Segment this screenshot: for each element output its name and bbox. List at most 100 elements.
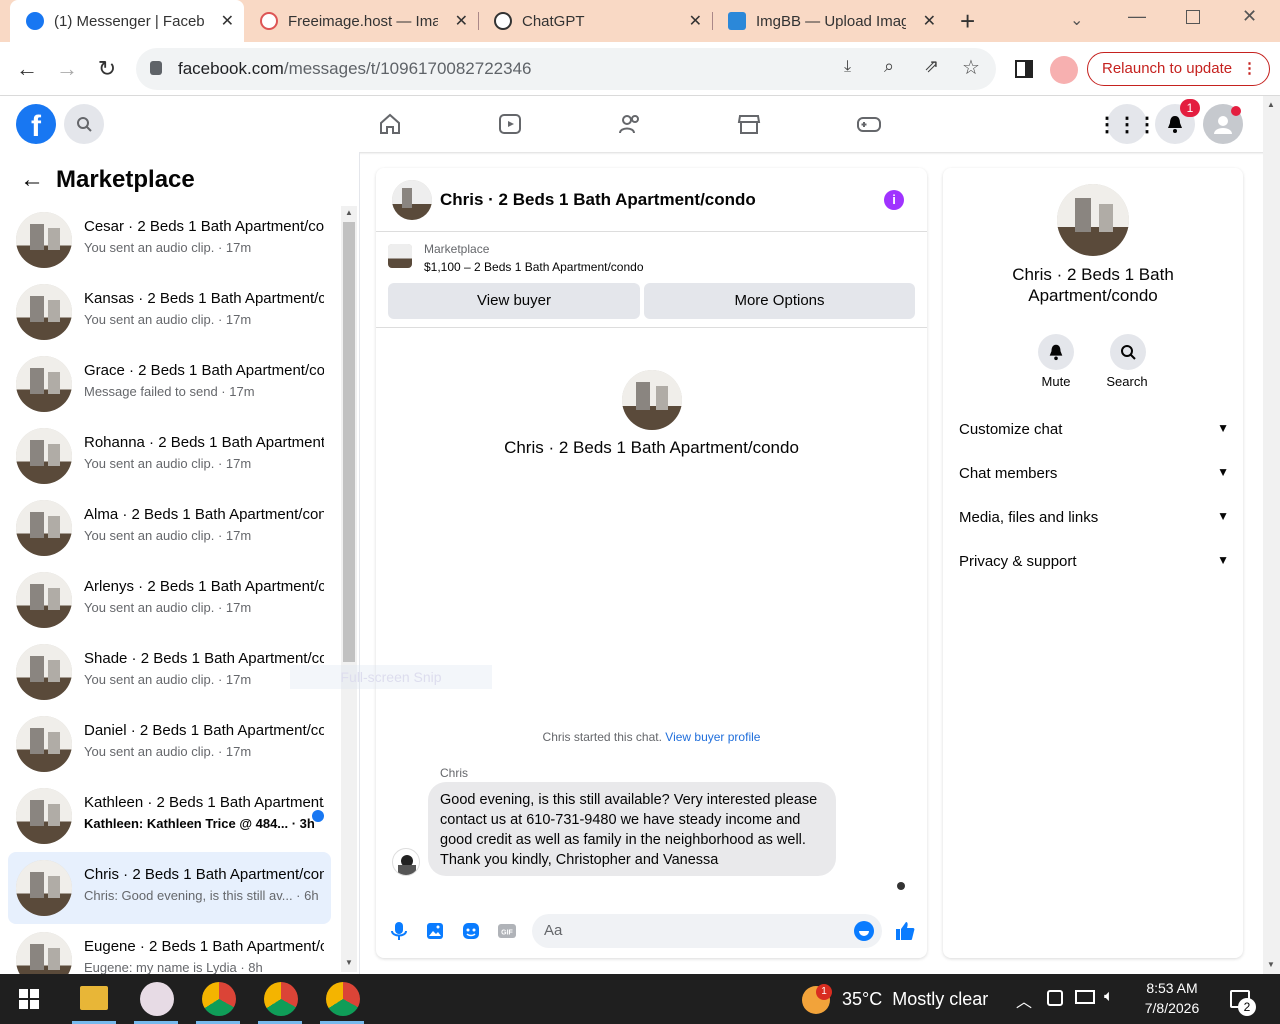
conversation-item[interactable]: Shade · 2 Beds 1 Bath Apartment/condo You… xyxy=(8,636,331,708)
view-buyer-button[interactable]: View buyer xyxy=(388,283,640,319)
install-app-icon[interactable]: ⤓ xyxy=(844,58,851,76)
search-conversation-button[interactable] xyxy=(1110,334,1146,370)
microphone-icon[interactable] xyxy=(388,920,410,942)
conversation-sidebar: ← Marketplace Cesar · 2 Beds 1 Bath Apar… xyxy=(0,152,360,974)
side-panel-icon[interactable] xyxy=(1015,60,1033,78)
tab-freeimage[interactable]: Freeimage.host — Image ✕ xyxy=(244,0,478,42)
search-button[interactable] xyxy=(64,104,104,144)
details-avatar[interactable] xyxy=(1057,184,1129,256)
conversation-avatar xyxy=(16,572,72,628)
chrome-icon[interactable] xyxy=(326,982,360,1016)
section-media-files-links[interactable]: Media, files and links ▼ xyxy=(959,509,1229,526)
gif-icon[interactable]: GIF xyxy=(496,920,518,942)
windows-start-icon[interactable] xyxy=(19,989,39,1009)
conversation-item[interactable]: Eugene · 2 Beds 1 Bath Apartment/condo Eu… xyxy=(8,924,331,974)
tab-title: Freeimage.host — Image xyxy=(288,12,438,30)
listing-card: Marketplace $1,100 – 2 Beds 1 Bath Apart… xyxy=(376,232,927,328)
imgbb-favicon-icon xyxy=(728,12,746,30)
home-icon[interactable] xyxy=(376,110,404,138)
conversation-item[interactable]: Chris · 2 Beds 1 Bath Apartment/condo Chr… xyxy=(8,852,331,924)
chat-panel: Chris · 2 Beds 1 Bath Apartment/condo i … xyxy=(376,168,927,958)
emoji-icon[interactable] xyxy=(854,921,874,941)
bell-icon xyxy=(1049,344,1063,361)
mute-button[interactable] xyxy=(1038,334,1074,370)
conversation-avatar xyxy=(16,428,72,484)
message-bubble[interactable]: Good evening, is this still available? V… xyxy=(428,782,836,876)
zoom-icon[interactable]: ⌕ xyxy=(884,56,894,77)
menu-grid-button[interactable]: ⋮⋮⋮ xyxy=(1097,104,1157,144)
view-buyer-profile-link[interactable]: View buyer profile xyxy=(665,730,760,744)
video-icon[interactable] xyxy=(496,110,524,138)
conversation-item[interactable]: Alma · 2 Beds 1 Bath Apartment/condo You … xyxy=(8,492,331,564)
bookmark-star-icon[interactable]: ☆ xyxy=(962,55,980,80)
clock-time[interactable]: 8:53 AM xyxy=(1144,980,1200,996)
back-arrow-icon[interactable]: ← xyxy=(20,166,44,194)
chat-title[interactable]: Chris · 2 Beds 1 Bath Apartment/condo xyxy=(440,190,756,210)
forward-arrow-icon[interactable]: → xyxy=(52,54,82,84)
file-explorer-icon[interactable] xyxy=(80,986,108,1010)
window-close-icon[interactable]: ✕ xyxy=(1242,6,1257,27)
clock-date[interactable]: 7/8/2026 xyxy=(1140,1000,1204,1016)
new-tab-icon[interactable]: + xyxy=(960,6,975,37)
close-icon[interactable]: ✕ xyxy=(455,11,468,31)
more-options-button[interactable]: More Options xyxy=(644,283,915,319)
close-icon[interactable]: ✕ xyxy=(923,11,936,31)
chrome-icon[interactable] xyxy=(202,982,236,1016)
facebook-logo[interactable]: f xyxy=(16,104,56,144)
conversation-name: Alma · 2 Beds 1 Bath Apartment/condo xyxy=(84,506,324,523)
weather-text[interactable]: 35°C Mostly clear xyxy=(842,989,988,1010)
conversation-item[interactable]: Rohanna · 2 Beds 1 Bath Apartment/condo Y… xyxy=(8,420,331,492)
svg-text:GIF: GIF xyxy=(501,930,513,937)
volume-icon[interactable]: 🔈︎ xyxy=(1104,988,1114,1006)
sticker-icon[interactable] xyxy=(460,920,482,942)
listing-thumbnail[interactable] xyxy=(388,244,412,268)
tab-search-chevron-icon[interactable]: ⌄ xyxy=(1070,10,1083,30)
chevron-down-icon: ▼ xyxy=(1217,553,1229,567)
minimize-icon[interactable]: — xyxy=(1128,6,1146,27)
section-customize-chat[interactable]: Customize chat ▼ xyxy=(959,421,1229,438)
marketplace-icon[interactable] xyxy=(735,110,763,138)
share-icon[interactable]: ⇗ xyxy=(924,56,939,77)
tab-title: ChatGPT xyxy=(522,12,585,30)
conversation-item[interactable]: Grace · 2 Beds 1 Bath Apartment/condo Mes… xyxy=(8,348,331,420)
meet-icon[interactable] xyxy=(1047,990,1063,1006)
close-icon[interactable]: ✕ xyxy=(689,11,702,31)
photo-icon[interactable] xyxy=(424,920,446,942)
tab-imgbb[interactable]: ImgBB — Upload Image ✕ xyxy=(712,0,946,42)
status-dot xyxy=(1231,106,1241,116)
snipping-tool-icon[interactable] xyxy=(140,982,174,1016)
relaunch-button[interactable]: Relaunch to update ⋮ xyxy=(1087,52,1270,86)
section-chat-members[interactable]: Chat members ▼ xyxy=(959,465,1229,482)
info-icon[interactable]: i xyxy=(884,190,904,210)
friends-icon[interactable] xyxy=(616,110,644,138)
conversation-item[interactable]: Kathleen · 2 Beds 1 Bath Apartment/condo… xyxy=(8,780,331,852)
chrome-icon[interactable] xyxy=(264,982,298,1016)
listing-price[interactable]: $1,100 – 2 Beds 1 Bath Apartment/condo xyxy=(424,260,644,274)
conversation-item[interactable]: Kansas · 2 Beds 1 Bath Apartment/condo Yo… xyxy=(8,276,331,348)
address-bar[interactable]: facebook.com/messages/t/1096170082722346… xyxy=(136,48,996,90)
sender-avatar[interactable] xyxy=(392,848,420,876)
conversation-item[interactable]: Daniel · 2 Beds 1 Bath Apartment/condo Yo… xyxy=(8,708,331,780)
tab-messenger[interactable]: (1) Messenger | Facebook ✕ xyxy=(10,0,244,42)
facebook-header: f ⋮⋮⋮ 1 xyxy=(0,96,1280,152)
like-thumb-icon[interactable] xyxy=(894,920,916,942)
profile-avatar[interactable] xyxy=(1050,56,1078,84)
close-icon[interactable]: ✕ xyxy=(221,11,234,31)
message-input[interactable]: Aa xyxy=(532,914,882,948)
conversation-item[interactable]: Cesar · 2 Beds 1 Bath Apartment/condo You… xyxy=(8,204,331,276)
gaming-icon[interactable] xyxy=(855,110,883,138)
conversation-name: Kathleen · 2 Beds 1 Bath Apartment/condo xyxy=(84,794,324,811)
sidebar-scrollbar[interactable]: ▲ ▼ xyxy=(341,206,357,972)
conversation-preview: Message failed to send · 17m xyxy=(84,384,255,399)
reload-icon[interactable]: ↻ xyxy=(92,54,122,84)
back-arrow-icon[interactable]: ← xyxy=(12,54,42,84)
conversation-item[interactable]: Arlenys · 2 Beds 1 Bath Apartment/condo Y… xyxy=(8,564,331,636)
restore-icon[interactable] xyxy=(1186,10,1200,24)
page-scrollbar[interactable]: ▲ ▼ xyxy=(1263,96,1280,974)
tab-chatgpt[interactable]: ChatGPT ✕ xyxy=(478,0,712,42)
notification-count: 2 xyxy=(1238,998,1256,1016)
chat-avatar[interactable] xyxy=(392,180,432,220)
section-privacy-support[interactable]: Privacy & support ▼ xyxy=(959,553,1229,570)
network-icon[interactable] xyxy=(1075,990,1095,1004)
chevron-up-icon[interactable]: ︿ xyxy=(1016,988,1032,1012)
